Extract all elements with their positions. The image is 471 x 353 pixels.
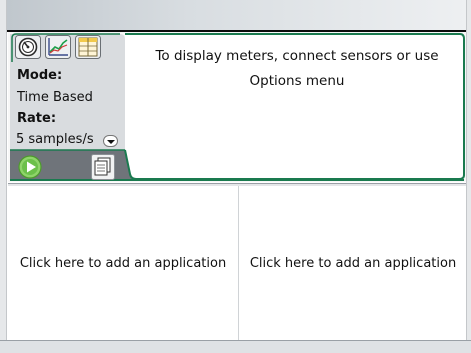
table-icon[interactable]	[75, 35, 101, 59]
rate-dropdown[interactable]: 5 samples/s	[16, 132, 118, 149]
calculator-screen: Mode: Time Based Rate: 5 samples/s To di…	[0, 0, 471, 353]
add-application-prompt: Click here to add an application	[19, 255, 227, 271]
add-application-prompt: Click here to add an application	[249, 255, 457, 271]
chevron-down-icon[interactable]	[103, 135, 118, 147]
add-application-pane-right[interactable]: Click here to add an application	[240, 186, 466, 340]
add-application-pane-left[interactable]: Click here to add an application	[8, 186, 239, 340]
dataquest-panel: Mode: Time Based Rate: 5 samples/s To di…	[8, 32, 466, 182]
document-tab-bar	[0, 0, 471, 30]
no-sensor-message: To display meters, connect sensors or us…	[155, 48, 439, 89]
graph-icon[interactable]	[45, 35, 71, 59]
rate-label: Rate:	[17, 111, 57, 126]
bottom-status-bar	[0, 340, 471, 353]
meter-gauge-icon[interactable]	[15, 35, 41, 59]
mode-value[interactable]: Time Based	[17, 90, 93, 105]
rate-value: 5 samples/s	[16, 132, 94, 147]
right-frame	[466, 0, 471, 353]
mode-label: Mode:	[17, 68, 63, 83]
collect-button[interactable]	[18, 155, 42, 179]
left-frame	[0, 0, 7, 353]
new-experiment-button[interactable]	[91, 154, 115, 180]
